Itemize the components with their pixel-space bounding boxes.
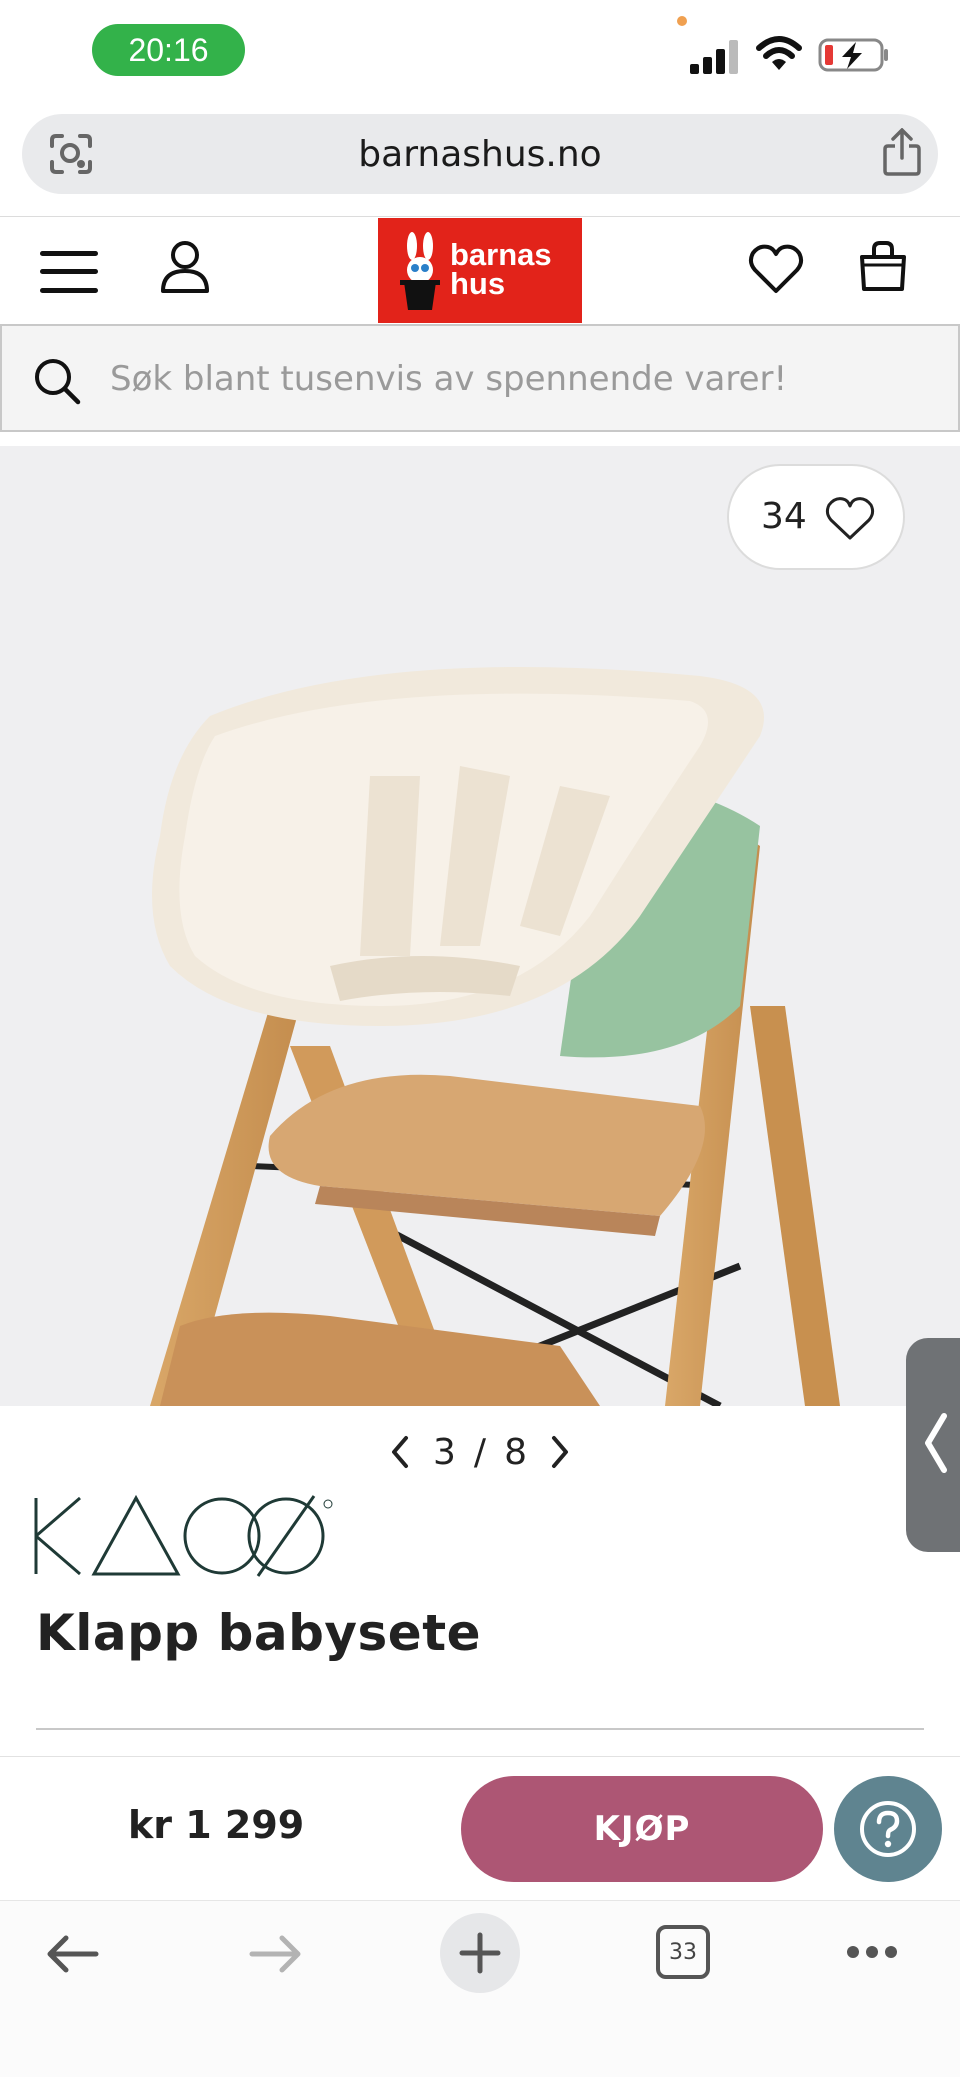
brand-logo-kaos[interactable]	[34, 1494, 334, 1578]
question-mark-icon	[860, 1801, 916, 1857]
status-bar: 20:16	[0, 0, 960, 104]
gallery-next-icon[interactable]	[545, 1432, 575, 1472]
site-logo[interactable]: barnas hus	[378, 218, 582, 323]
gallery-current: 3	[433, 1431, 456, 1473]
url-text[interactable]: barnashus.no	[22, 114, 938, 194]
buy-button[interactable]: KJØP	[461, 1776, 823, 1882]
gallery-total: 8	[504, 1431, 527, 1473]
share-icon[interactable]	[882, 128, 922, 176]
cart-bag-icon[interactable]	[858, 239, 908, 293]
cellular-signal-icon	[690, 40, 738, 74]
back-arrow-icon[interactable]	[44, 1933, 100, 1975]
new-tab-button[interactable]	[440, 1913, 520, 1993]
hamburger-menu-icon[interactable]	[40, 251, 98, 293]
account-icon[interactable]	[158, 239, 212, 295]
search-icon[interactable]	[32, 356, 82, 406]
heart-icon	[825, 497, 875, 540]
gallery-navigation: 3 / 8	[0, 1424, 960, 1480]
product-photo-babysete	[150, 667, 840, 1406]
bunny-mascot-icon	[400, 232, 440, 310]
like-count: 34	[761, 496, 807, 537]
logo-text-line1: barnas	[450, 237, 552, 272]
product-image[interactable]: 34	[0, 446, 960, 1406]
more-dots-icon[interactable]	[846, 1945, 898, 1959]
gallery-separator: /	[473, 1431, 487, 1473]
browser-toolbar: 33	[0, 1900, 960, 2077]
product-price: kr 1 299	[128, 1803, 305, 1847]
divider	[36, 1728, 924, 1730]
product-title: Klapp babysete	[36, 1604, 482, 1662]
logo-text-line2: hus	[450, 266, 506, 301]
wishlist-heart-icon[interactable]	[748, 243, 804, 295]
gallery-prev-icon[interactable]	[385, 1432, 415, 1472]
search-input[interactable]	[110, 350, 930, 408]
wifi-icon	[756, 36, 802, 70]
buy-bar: kr 1 299 KJØP	[0, 1756, 960, 1900]
tabs-button[interactable]: 33	[656, 1925, 710, 1979]
forward-arrow-icon[interactable]	[248, 1933, 304, 1975]
site-header: barnas hus	[0, 216, 960, 324]
like-counter-button[interactable]: 34	[727, 464, 905, 570]
privacy-indicator-dot	[677, 16, 687, 26]
help-button[interactable]	[834, 1776, 942, 1882]
battery-charging-icon	[818, 38, 888, 72]
logo-wordmark: barnas hus	[450, 237, 552, 301]
address-bar[interactable]: barnashus.no	[22, 114, 938, 194]
search-bar[interactable]	[0, 324, 960, 432]
status-time: 20:16	[92, 24, 245, 76]
plus-icon	[459, 1932, 501, 1974]
